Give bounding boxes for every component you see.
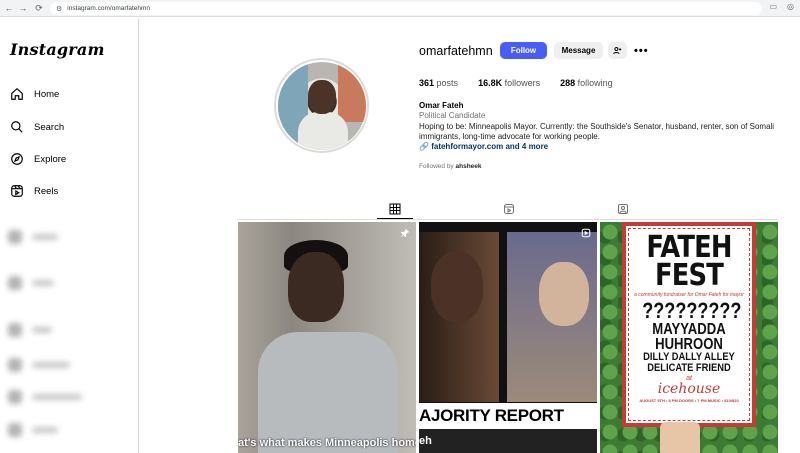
sidebar-item-label: Home <box>34 88 60 100</box>
hand-image <box>660 422 700 453</box>
compass-icon <box>11 153 23 165</box>
sidebar: Instagram Home Search Explore Reels <box>0 18 139 453</box>
tagged-icon <box>618 204 628 214</box>
instagram-logo[interactable]: Instagram <box>10 40 105 59</box>
blurred-nav-item[interactable] <box>8 276 54 290</box>
tab-tagged[interactable] <box>615 201 631 217</box>
profile-category: Political Candidate <box>419 111 486 120</box>
reload-icon[interactable]: ⟳ <box>32 3 46 14</box>
blurred-nav-item[interactable] <box>8 230 58 244</box>
blurred-nav-item[interactable] <box>8 423 58 437</box>
post-caption: eh <box>419 429 597 453</box>
poster-date: AUGUST 9TH • 8 PM DOORS • 7 PM MUSIC • $… <box>639 398 739 403</box>
back-icon[interactable]: ← <box>2 3 16 13</box>
profile-username: omarfatehmn <box>419 44 493 58</box>
following-label: following <box>577 78 613 88</box>
followed-by-prefix: Followed by <box>419 163 454 170</box>
address-bar[interactable]: ⚙ instagram.com/omarfatehmn <box>50 2 762 15</box>
sidebar-item-search[interactable]: Search <box>10 117 64 137</box>
followed-by-user: ahsheek <box>455 163 482 170</box>
profile-bio: Hoping to be: Minneapolis Mayor. Current… <box>419 122 775 141</box>
post-banner-text: AJORITY REPORT <box>419 403 597 429</box>
posts-count: 361 <box>419 78 435 88</box>
pin-icon <box>400 228 410 238</box>
poster-line: DELICATE FRIEND <box>647 362 731 374</box>
profile-stats: 361 posts 16.8K followers 288 following <box>419 78 633 88</box>
post-thumbnail[interactable]: AJORITY REPORT eh <box>419 222 597 453</box>
tabs-divider <box>237 219 777 220</box>
poster-line: MAYYADDA <box>652 321 726 338</box>
reels-icon <box>504 204 514 214</box>
sidebar-item-reels[interactable]: Reels <box>10 181 58 201</box>
post-caption: at's what makes Minneapolis home <box>238 437 416 449</box>
forward-icon[interactable]: → <box>16 3 30 13</box>
poster-question: ????????? <box>642 298 742 323</box>
follow-button[interactable]: Follow <box>500 42 547 59</box>
blurred-nav-item[interactable] <box>8 358 70 372</box>
add-user-button[interactable] <box>608 42 627 59</box>
url-text: instagram.com/omarfatehmn <box>67 5 151 12</box>
followed-by[interactable]: Followed by ahsheek <box>419 163 482 170</box>
avatar-image <box>277 61 366 150</box>
grid-icon <box>389 203 401 215</box>
lens-icon[interactable]: ◎ <box>787 2 794 11</box>
browser-toolbar: ← → ⟳ ⚙ instagram.com/omarfatehmn ▭ ◎ <box>0 0 800 17</box>
sidebar-item-explore[interactable]: Explore <box>10 149 66 169</box>
followers-count: 16.8K <box>478 78 503 88</box>
profile-full-name: Omar Fateh <box>419 101 464 110</box>
sidebar-item-label: Search <box>34 121 65 133</box>
profile-link[interactable]: 🔗 fatehformayor.com and 4 more <box>419 142 548 151</box>
profile-link-text: fatehformayor.com and 4 more <box>431 142 549 151</box>
followers-label: followers <box>504 78 541 88</box>
search-icon <box>11 121 23 133</box>
cast-icon[interactable]: ▭ <box>769 2 777 11</box>
sidebar-item-label: Reels <box>34 185 59 197</box>
tab-reels[interactable] <box>501 201 517 217</box>
blurred-nav-item[interactable] <box>8 323 52 337</box>
sidebar-item-label: Explore <box>34 153 67 165</box>
active-tab-indicator <box>377 218 413 219</box>
posts-stat: 361 posts <box>419 78 458 88</box>
sidebar-item-home[interactable]: Home <box>10 84 59 104</box>
link-icon: 🔗 <box>419 142 429 151</box>
site-info-icon[interactable]: ⚙ <box>56 5 62 13</box>
following-count: 288 <box>560 78 576 88</box>
home-icon <box>11 87 23 100</box>
blurred-nav-item[interactable] <box>8 390 82 404</box>
reel-badge-icon <box>581 228 591 238</box>
following-stat[interactable]: 288 following <box>560 78 613 88</box>
reels-icon <box>11 185 23 197</box>
add-user-icon <box>613 47 622 55</box>
poster-venue: icehouse <box>657 381 721 397</box>
post-thumbnail[interactable]: FATEH FEST a community fundraiser for Om… <box>600 222 778 453</box>
message-button[interactable]: Message <box>554 42 603 59</box>
poster-title: FATEH FEST <box>646 230 732 293</box>
event-poster: FATEH FEST a community fundraiser for Om… <box>622 222 756 427</box>
tab-posts[interactable] <box>387 201 403 217</box>
posts-label: posts <box>436 78 459 88</box>
post-thumbnail[interactable]: at's what makes Minneapolis home <box>238 222 416 453</box>
followers-stat[interactable]: 16.8K followers <box>478 78 540 88</box>
poster-line: HUHROON <box>655 336 723 353</box>
profile-main: omarfatehmn Follow Message ••• 361 posts… <box>140 18 800 453</box>
profile-avatar[interactable] <box>274 58 369 153</box>
more-options-icon[interactable]: ••• <box>634 45 649 57</box>
